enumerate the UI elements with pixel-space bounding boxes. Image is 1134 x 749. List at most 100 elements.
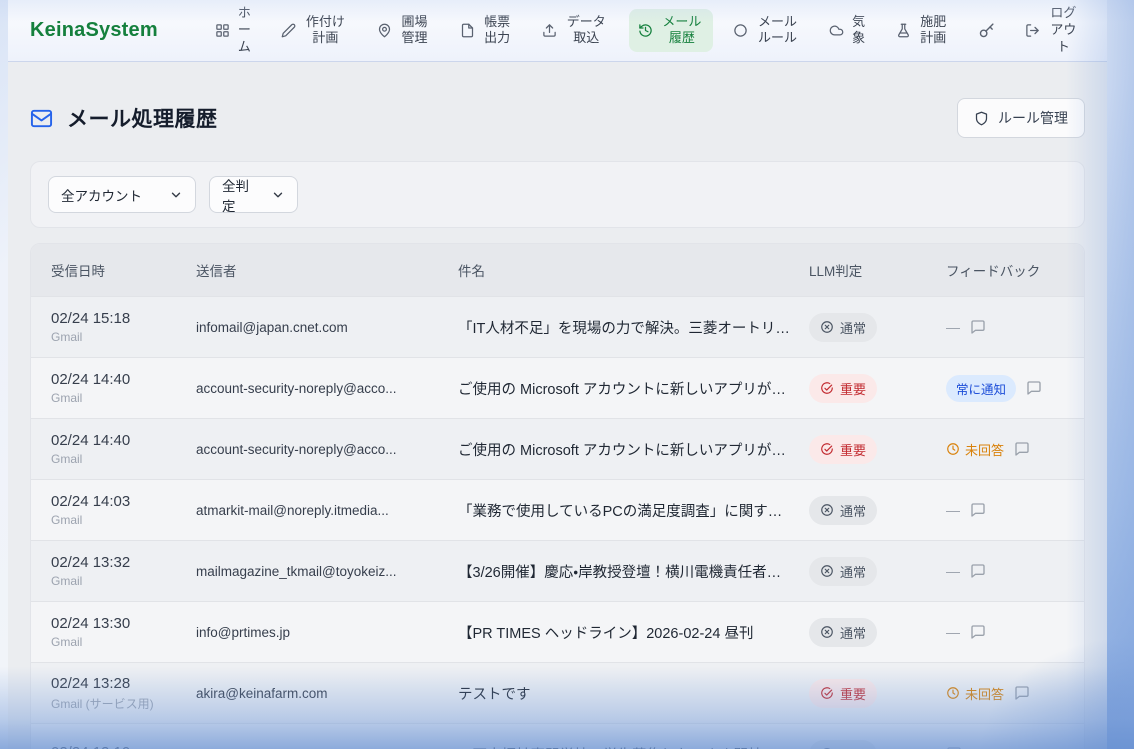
llm-judgment-badge: 通常 xyxy=(809,740,877,749)
app-logo[interactable]: KeinaSystem xyxy=(30,19,158,42)
nav-item-label: ログアウト xyxy=(1047,5,1080,56)
llm-judgment-badge: 重要 xyxy=(809,435,877,464)
feedback-value: — xyxy=(946,319,960,335)
table-row[interactable]: 02/24 13:28 Gmail (サービス用) akira@keinafar… xyxy=(31,662,1084,723)
table-row[interactable]: 02/24 14:40 Gmail account-security-norep… xyxy=(31,418,1084,479)
comment-icon[interactable] xyxy=(1026,380,1042,396)
account-label: Gmail xyxy=(51,452,196,466)
feedback-value: — xyxy=(946,502,960,518)
page-title: メール処理履歴 xyxy=(67,103,218,133)
feedback-badge: 常に通知 xyxy=(946,375,1016,402)
circle-x-icon xyxy=(820,320,834,334)
column-header-sender: 送信者 xyxy=(196,260,458,280)
judgment-filter-value: 全判定 xyxy=(222,175,261,215)
nav-item-label: メールルール xyxy=(755,14,799,48)
sender: akira@keinafarm.com xyxy=(196,686,458,701)
sender: mailmagazine_tkmail@toyokeiz... xyxy=(196,564,458,579)
logout-icon xyxy=(1025,23,1040,38)
sender: info@prtimes.jp xyxy=(196,625,458,640)
flask-icon xyxy=(896,23,911,38)
nav-item-label: 施肥計画 xyxy=(918,14,949,48)
received-datetime: 02/24 14:40 xyxy=(51,371,196,388)
table-row[interactable]: 02/24 14:40 Gmail account-security-norep… xyxy=(31,357,1084,418)
sender: account-security-noreply@acco... xyxy=(196,442,458,457)
screen: KeinaSystem ホーム 作付け計画 圃場管理 帳票出力 xyxy=(0,0,1134,749)
llm-judgment-badge: 通常 xyxy=(809,557,877,586)
chevron-down-icon xyxy=(169,188,183,202)
table-row[interactable]: 02/24 15:18 Gmail infomail@japan.cnet.co… xyxy=(31,296,1084,357)
subject: 【PR TIMES ヘッドライン】2026-02-24 昼刊 xyxy=(458,622,809,643)
nav-item-home[interactable]: ホーム xyxy=(206,0,261,61)
clock-icon xyxy=(946,442,960,456)
feedback-status: 未回答 xyxy=(946,684,1004,703)
nav-item-report-output[interactable]: 帳票出力 xyxy=(451,9,522,53)
nav-items: ホーム 作付け計画 圃場管理 帳票出力 データ取込 xyxy=(206,0,1089,61)
column-header-feedback: フィードバック xyxy=(946,260,1064,280)
comment-icon[interactable] xyxy=(1014,685,1030,701)
clock-icon xyxy=(946,686,960,700)
rule-manage-label: ルール管理 xyxy=(998,108,1068,128)
check-circle-icon xyxy=(820,686,834,700)
judgment-filter-select[interactable]: 全判定 xyxy=(209,176,298,213)
nav-item-weather[interactable]: 気象 xyxy=(820,9,875,53)
received-datetime: 02/24 14:40 xyxy=(51,432,196,449)
received-datetime: 02/24 14:03 xyxy=(51,493,196,510)
nav-item-planting-plan[interactable]: 作付け計画 xyxy=(272,9,356,53)
account-label: Gmail xyxy=(51,330,196,344)
history-icon xyxy=(638,23,653,38)
comment-icon[interactable] xyxy=(970,624,986,640)
mail-icon xyxy=(30,107,53,130)
circle-icon xyxy=(733,23,748,38)
circle-x-icon xyxy=(820,503,834,517)
nav-item-label: 作付け計画 xyxy=(303,14,347,48)
table-row[interactable]: 02/24 12:10 digital@kochinews.jp 四万十福祉専門… xyxy=(31,723,1084,749)
nav-item-mail-history[interactable]: メール履歴 xyxy=(629,9,713,53)
circle-x-icon xyxy=(820,625,834,639)
nav-item-fertilization-plan[interactable]: 施肥計画 xyxy=(887,9,958,53)
account-label: Gmail xyxy=(51,391,196,405)
sender: atmarkit-mail@noreply.itmedia... xyxy=(196,503,458,518)
document-icon xyxy=(460,23,475,38)
comment-icon[interactable] xyxy=(970,563,986,579)
table-row[interactable]: 02/24 14:03 Gmail atmarkit-mail@noreply.… xyxy=(31,479,1084,540)
llm-judgment-badge: 重要 xyxy=(809,374,877,403)
nav-item-label: メール履歴 xyxy=(660,14,704,48)
llm-judgment-badge: 通常 xyxy=(809,496,877,525)
column-header-llm-judgment: LLM判定 xyxy=(809,260,946,280)
nav-item-api-key[interactable] xyxy=(969,17,1004,44)
received-datetime: 02/24 13:28 xyxy=(51,675,196,692)
comment-icon[interactable] xyxy=(1014,441,1030,457)
comment-icon[interactable] xyxy=(970,502,986,518)
sender: infomail@japan.cnet.com xyxy=(196,320,458,335)
rule-manage-button[interactable]: ルール管理 xyxy=(957,98,1085,138)
comment-icon[interactable] xyxy=(970,319,986,335)
table-row[interactable]: 02/24 13:30 Gmail info@prtimes.jp 【PR TI… xyxy=(31,601,1084,662)
account-label: Gmail xyxy=(51,513,196,527)
feedback-status: 未回答 xyxy=(946,440,1004,459)
received-datetime: 02/24 13:32 xyxy=(51,554,196,571)
account-filter-select[interactable]: 全アカウント xyxy=(48,176,196,213)
subject: ご使用の Microsoft アカウントに新しいアプリが接続されました xyxy=(458,439,809,460)
app-window: KeinaSystem ホーム 作付け計画 圃場管理 帳票出力 xyxy=(8,0,1107,749)
nav-item-label: 圃場管理 xyxy=(399,14,430,48)
circle-x-icon xyxy=(820,564,834,578)
nav-item-mail-rules[interactable]: メールルール xyxy=(724,9,808,53)
grid-icon xyxy=(215,23,230,38)
nav-item-data-import[interactable]: データ取込 xyxy=(533,9,617,53)
subject: 【3/26開催】慶応・岸教授登壇！横川電機責任者とみる経営... xyxy=(458,561,809,582)
nav-item-logout[interactable]: ログアウト xyxy=(1016,0,1089,61)
nav-item-field-management[interactable]: 圃場管理 xyxy=(368,9,439,53)
sender: account-security-noreply@acco... xyxy=(196,381,458,396)
account-label: Gmail (サービス用) xyxy=(51,695,196,712)
pencil-icon xyxy=(281,23,296,38)
subject: テストです xyxy=(458,683,809,704)
column-header-subject: 件名 xyxy=(458,260,809,280)
table-row[interactable]: 02/24 13:32 Gmail mailmagazine_tkmail@to… xyxy=(31,540,1084,601)
account-filter-value: 全アカウント xyxy=(61,185,142,205)
filter-card: 全アカウント 全判定 xyxy=(30,161,1085,228)
table-header-row: 受信日時 送信者 件名 LLM判定 フィードバック xyxy=(31,244,1084,296)
chevron-down-icon xyxy=(271,188,285,202)
cloud-icon xyxy=(829,23,844,38)
subject: 「業務で使用しているPCの満足度調査」に関するアンケート ≪... xyxy=(458,500,809,521)
column-header-received: 受信日時 xyxy=(51,260,196,280)
